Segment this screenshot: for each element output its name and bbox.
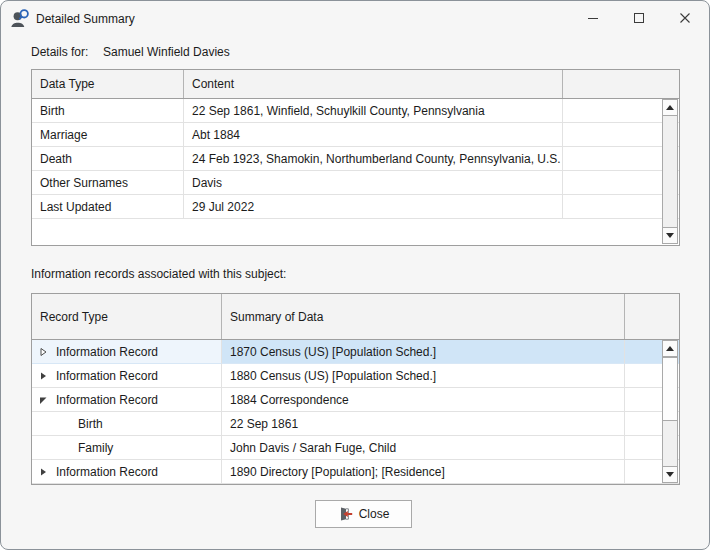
expand-icon[interactable] bbox=[38, 340, 52, 364]
details-table: Data Type Content Birth22 Sep 1861, Winf… bbox=[31, 69, 680, 246]
content-cell: 29 Jul 2022 bbox=[184, 195, 563, 219]
maximize-button[interactable] bbox=[616, 2, 662, 34]
records-table-header-summary[interactable]: Summary of Data bbox=[222, 294, 625, 339]
scroll-up-icon[interactable] bbox=[662, 99, 678, 116]
records-label: Information records associated with this… bbox=[31, 267, 286, 281]
dialog-detailed-summary: Detailed Summary Details for: Samuel Win… bbox=[0, 0, 710, 550]
scroll-up-icon[interactable] bbox=[662, 340, 678, 357]
minimize-button[interactable] bbox=[570, 2, 616, 34]
records-table-row[interactable]: Birth 22 Sep 1861 bbox=[32, 412, 679, 436]
data-type-cell: Death bbox=[32, 147, 184, 171]
record-type-label: Information Record bbox=[56, 465, 158, 479]
summary-cell: 1884 Correspondence bbox=[222, 388, 625, 412]
details-table-row[interactable]: Other SurnamesDavis bbox=[32, 171, 679, 195]
titlebar: Detailed Summary bbox=[1, 1, 709, 37]
details-table-scrollbar[interactable] bbox=[662, 99, 678, 244]
content-cell: 22 Sep 1861, Winfield, Schuylkill County… bbox=[184, 99, 563, 123]
data-type-cell: Last Updated bbox=[32, 195, 184, 219]
records-table-row[interactable]: Family John Davis / Sarah Fuge, Child bbox=[32, 436, 679, 460]
details-table-header-content[interactable]: Content bbox=[184, 70, 563, 98]
person-search-icon bbox=[11, 9, 30, 28]
summary-cell: John Davis / Sarah Fuge, Child bbox=[222, 436, 625, 460]
details-table-row[interactable]: Last Updated29 Jul 2022 bbox=[32, 195, 679, 219]
details-table-row[interactable]: Death24 Feb 1923, Shamokin, Northumberla… bbox=[32, 147, 679, 171]
record-type-label: Information Record bbox=[56, 393, 158, 407]
details-table-header-filler bbox=[563, 70, 679, 98]
details-table-row[interactable]: Birth22 Sep 1861, Winfield, Schuylkill C… bbox=[32, 99, 679, 123]
record-type-cell: Information Record bbox=[32, 340, 222, 364]
summary-cell: 1890 Directory [Population]; [Residence] bbox=[222, 460, 625, 484]
records-table-row[interactable]: Information Record 1884 Correspondence bbox=[32, 388, 679, 412]
details-for-label: Details for: bbox=[31, 45, 88, 59]
record-type-cell: Family bbox=[32, 436, 222, 460]
scroll-down-icon[interactable] bbox=[662, 227, 678, 244]
details-table-header-data-type[interactable]: Data Type bbox=[32, 70, 184, 98]
data-type-cell: Birth bbox=[32, 99, 184, 123]
record-type-label: Birth bbox=[78, 417, 103, 431]
data-type-cell: Other Surnames bbox=[32, 171, 184, 195]
scrollbar-thumb[interactable] bbox=[662, 357, 678, 421]
records-table: Record Type Summary of Data Information … bbox=[31, 293, 680, 485]
details-table-row[interactable]: MarriageAbt 1884 bbox=[32, 123, 679, 147]
records-table-row[interactable]: Information Record 1880 Census (US) [Popu… bbox=[32, 364, 679, 388]
expand-icon[interactable] bbox=[38, 460, 52, 484]
close-window-button[interactable] bbox=[662, 2, 708, 34]
collapse-icon[interactable] bbox=[38, 388, 52, 412]
content-cell: Abt 1884 bbox=[184, 123, 563, 147]
records-table-row[interactable]: Information Record 1890 Directory [Popula… bbox=[32, 460, 679, 484]
close-button-label: Close bbox=[359, 507, 390, 521]
summary-cell: 22 Sep 1861 bbox=[222, 412, 625, 436]
scroll-down-icon[interactable] bbox=[662, 466, 678, 483]
records-table-header-filler bbox=[625, 294, 679, 339]
expand-icon[interactable] bbox=[38, 364, 52, 388]
records-table-row[interactable]: Information Record 1870 Census (US) [Popu… bbox=[32, 340, 679, 364]
close-button[interactable]: Close bbox=[315, 500, 412, 528]
records-table-header-record-type[interactable]: Record Type bbox=[32, 294, 222, 339]
records-table-scrollbar[interactable] bbox=[662, 340, 678, 483]
record-type-label: Information Record bbox=[56, 369, 158, 383]
record-type-label: Information Record bbox=[56, 345, 158, 359]
data-type-cell: Marriage bbox=[32, 123, 184, 147]
summary-cell: 1870 Census (US) [Population Sched.] bbox=[222, 340, 625, 364]
record-type-cell: Information Record bbox=[32, 460, 222, 484]
record-type-label: Family bbox=[78, 441, 113, 455]
subject-name: Samuel Winfield Davies bbox=[103, 45, 230, 59]
record-type-cell: Birth bbox=[32, 412, 222, 436]
record-type-cell: Information Record bbox=[32, 388, 222, 412]
content-cell: Davis bbox=[184, 171, 563, 195]
record-type-cell: Information Record bbox=[32, 364, 222, 388]
content-cell: 24 Feb 1923, Shamokin, Northumberland Co… bbox=[184, 147, 563, 171]
exit-door-icon bbox=[338, 506, 354, 522]
window-title: Detailed Summary bbox=[36, 12, 135, 26]
summary-cell: 1880 Census (US) [Population Sched.] bbox=[222, 364, 625, 388]
